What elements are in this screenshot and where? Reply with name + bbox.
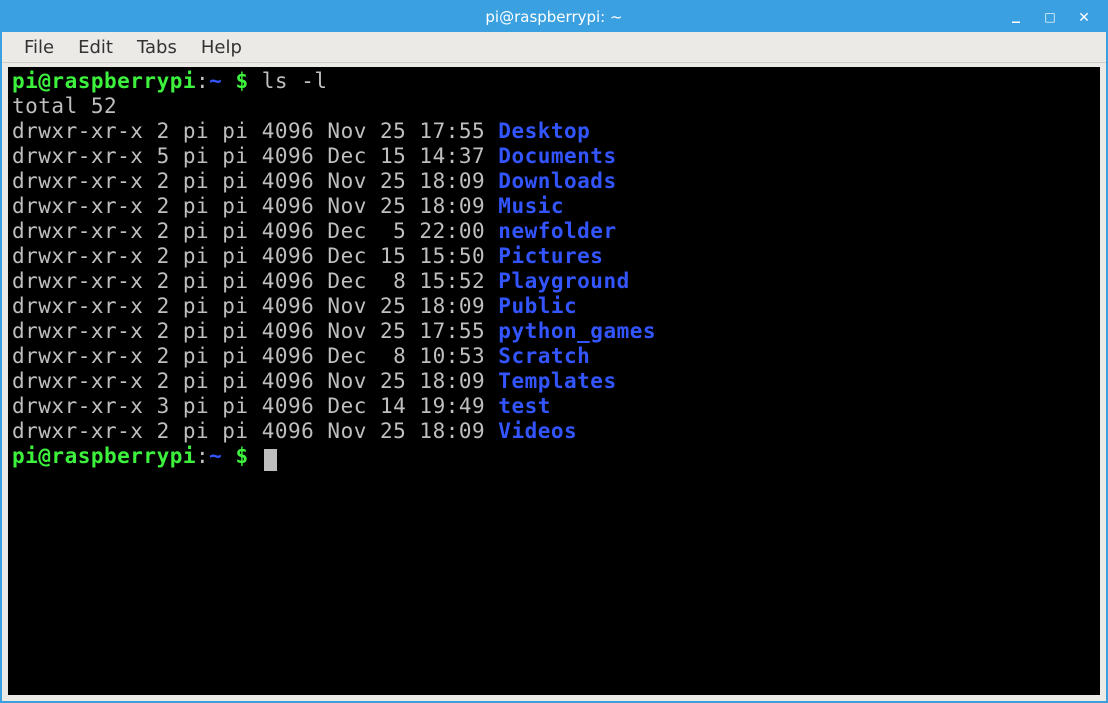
menubar: File Edit Tabs Help (2, 32, 1106, 63)
prompt-path: ~ (209, 69, 222, 93)
listing-meta: drwxr-xr-x 2 pi pi 4096 Dec 15 15:50 (12, 244, 498, 268)
listing-name: Videos (498, 419, 577, 443)
listing-meta: drwxr-xr-x 2 pi pi 4096 Dec 8 15:52 (12, 269, 498, 293)
listing-name: Music (498, 194, 564, 218)
listing-row: drwxr-xr-x 2 pi pi 4096 Nov 25 18:09 Tem… (12, 369, 1096, 394)
terminal-line: pi@raspberrypi:~ $ (12, 444, 1096, 469)
listing-row: drwxr-xr-x 2 pi pi 4096 Nov 25 18:09 Vid… (12, 419, 1096, 444)
listing-name: newfolder (498, 219, 616, 243)
listing-row: drwxr-xr-x 2 pi pi 4096 Nov 25 18:09 Pub… (12, 294, 1096, 319)
window-controls (1008, 9, 1106, 25)
prompt-colon: : (196, 69, 209, 93)
close-icon[interactable] (1076, 9, 1092, 25)
terminal-window: pi@raspberrypi: ~ File Edit Tabs Help pi… (0, 0, 1108, 703)
terminal[interactable]: pi@raspberrypi:~ $ ls -ltotal 52drwxr-xr… (8, 67, 1100, 695)
listing-row: drwxr-xr-x 2 pi pi 4096 Dec 5 22:00 newf… (12, 219, 1096, 244)
listing-meta: drwxr-xr-x 2 pi pi 4096 Nov 25 17:55 (12, 319, 498, 343)
listing-row: drwxr-xr-x 5 pi pi 4096 Dec 15 14:37 Doc… (12, 144, 1096, 169)
listing-name: Public (498, 294, 577, 318)
listing-name: test (498, 394, 551, 418)
cursor-icon (264, 449, 277, 471)
listing-meta: drwxr-xr-x 2 pi pi 4096 Dec 5 22:00 (12, 219, 498, 243)
listing-row: drwxr-xr-x 2 pi pi 4096 Dec 15 15:50 Pic… (12, 244, 1096, 269)
listing-name: Templates (498, 369, 616, 393)
menu-help[interactable]: Help (189, 33, 254, 62)
menu-file[interactable]: File (12, 33, 66, 62)
listing-name: Desktop (498, 119, 590, 143)
maximize-icon[interactable] (1042, 9, 1058, 25)
listing-meta: drwxr-xr-x 3 pi pi 4096 Dec 14 19:49 (12, 394, 498, 418)
listing-name: Documents (498, 144, 616, 168)
listing-name: Downloads (498, 169, 616, 193)
menu-edit[interactable]: Edit (66, 33, 125, 62)
prompt-dollar: $ (222, 444, 261, 468)
listing-meta: drwxr-xr-x 2 pi pi 4096 Nov 25 17:55 (12, 119, 498, 143)
prompt-userhost: pi@raspberrypi (12, 69, 196, 93)
listing-meta: drwxr-xr-x 2 pi pi 4096 Dec 8 10:53 (12, 344, 498, 368)
typed-command: ls -l (262, 69, 328, 93)
prompt-path: ~ (209, 444, 222, 468)
listing-name: python_games (498, 319, 656, 343)
menu-tabs[interactable]: Tabs (125, 33, 189, 62)
listing-meta: drwxr-xr-x 2 pi pi 4096 Nov 25 18:09 (12, 169, 498, 193)
terminal-line: pi@raspberrypi:~ $ ls -l (12, 69, 1096, 94)
prompt-userhost: pi@raspberrypi (12, 444, 196, 468)
listing-row: drwxr-xr-x 2 pi pi 4096 Nov 25 18:09 Dow… (12, 169, 1096, 194)
listing-name: Pictures (498, 244, 603, 268)
titlebar: pi@raspberrypi: ~ (2, 2, 1106, 32)
listing-meta: drwxr-xr-x 2 pi pi 4096 Nov 25 18:09 (12, 194, 498, 218)
listing-meta: drwxr-xr-x 5 pi pi 4096 Dec 15 14:37 (12, 144, 498, 168)
terminal-line: total 52 (12, 94, 1096, 119)
listing-row: drwxr-xr-x 2 pi pi 4096 Nov 25 17:55 Des… (12, 119, 1096, 144)
listing-meta: drwxr-xr-x 2 pi pi 4096 Nov 25 18:09 (12, 294, 498, 318)
listing-meta: drwxr-xr-x 2 pi pi 4096 Nov 25 18:09 (12, 369, 498, 393)
prompt-colon: : (196, 444, 209, 468)
listing-row: drwxr-xr-x 2 pi pi 4096 Nov 25 17:55 pyt… (12, 319, 1096, 344)
window-title: pi@raspberrypi: ~ (2, 8, 1106, 26)
listing-row: drwxr-xr-x 2 pi pi 4096 Dec 8 10:53 Scra… (12, 344, 1096, 369)
listing-meta: drwxr-xr-x 2 pi pi 4096 Nov 25 18:09 (12, 419, 498, 443)
listing-name: Scratch (498, 344, 590, 368)
terminal-container: pi@raspberrypi:~ $ ls -ltotal 52drwxr-xr… (2, 63, 1106, 701)
listing-row: drwxr-xr-x 2 pi pi 4096 Dec 8 15:52 Play… (12, 269, 1096, 294)
listing-name: Playground (498, 269, 629, 293)
minimize-icon[interactable] (1008, 9, 1024, 25)
prompt-dollar: $ (222, 69, 261, 93)
listing-row: drwxr-xr-x 3 pi pi 4096 Dec 14 19:49 tes… (12, 394, 1096, 419)
listing-row: drwxr-xr-x 2 pi pi 4096 Nov 25 18:09 Mus… (12, 194, 1096, 219)
terminal-output: pi@raspberrypi:~ $ ls -ltotal 52drwxr-xr… (12, 69, 1096, 469)
